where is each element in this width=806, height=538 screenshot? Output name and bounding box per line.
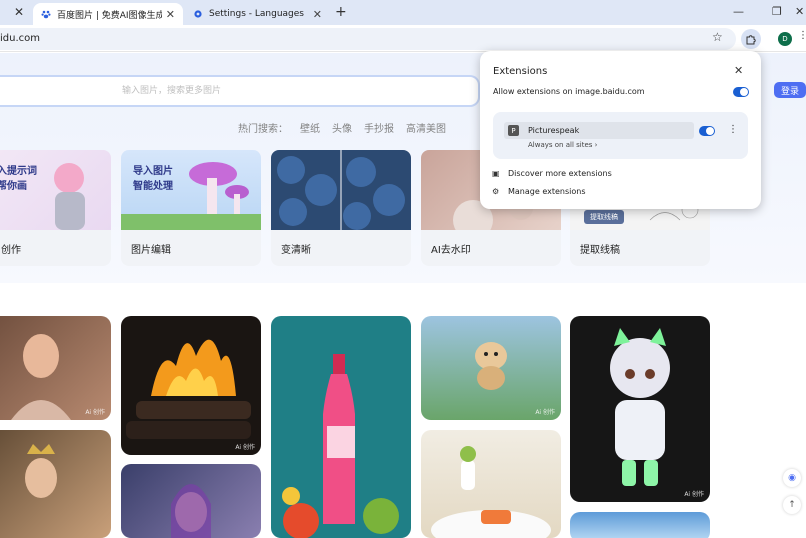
feature-label: AI去水印 xyxy=(431,245,471,256)
web-store-icon: ▣ xyxy=(492,169,500,178)
popup-title: Extensions xyxy=(493,66,548,77)
tab-close-icon[interactable]: ✕ xyxy=(313,8,322,21)
hot-keyword[interactable]: 壁纸 xyxy=(300,120,320,135)
discover-label: Discover more extensions xyxy=(508,169,612,178)
restore-icon[interactable]: ❐ xyxy=(772,5,782,18)
more-menu-icon[interactable]: ⋮ xyxy=(798,30,806,41)
hot-keyword[interactable]: 手抄报 xyxy=(364,120,394,135)
extensions-button[interactable] xyxy=(741,29,761,49)
photo-salmon-dish[interactable] xyxy=(421,430,561,538)
new-tab-icon[interactable]: + xyxy=(335,4,347,20)
hot-keyword[interactable]: 高清美图 xyxy=(406,120,446,135)
login-button[interactable]: 登录 xyxy=(774,82,806,98)
baidu-paw-icon xyxy=(41,9,51,19)
watermark: Ai 创作 xyxy=(535,409,555,416)
close-icon[interactable]: ✕ xyxy=(734,64,743,77)
puzzle-icon xyxy=(746,35,756,45)
ai-assistant-icon[interactable]: ◉ xyxy=(783,469,801,487)
extensions-popup: Extensions ✕ Allow extensions on image.b… xyxy=(480,51,761,209)
hot-search-label: 热门搜索： xyxy=(238,124,288,135)
hot-search: 热门搜索： 壁纸 头像 手抄报 高清美图 xyxy=(238,120,446,135)
discover-extensions-link[interactable]: ▣ Discover more extensions xyxy=(492,169,612,178)
feature-overlay-text: 入提示词 帮你画 xyxy=(0,166,37,192)
url-text: idu.com xyxy=(0,33,40,44)
feature-card-create[interactable]: 入提示词 帮你画 创作 xyxy=(0,150,111,266)
photo-woman-portrait[interactable]: Ai 创作 xyxy=(0,316,111,420)
site-access-label: Always on all sites xyxy=(528,141,593,149)
site-access-button[interactable]: Always on all sites › xyxy=(528,141,597,149)
tab-title: Settings - Languages xyxy=(209,9,304,19)
tab-title: 百度图片 | 免费AI图像生成工具 xyxy=(57,10,162,21)
feature-image xyxy=(271,150,411,230)
watermark: Ai 创作 xyxy=(235,444,255,451)
address-bar[interactable]: idu.com xyxy=(0,28,736,50)
chevron-right-icon: › xyxy=(594,141,598,149)
feature-label: 图片编辑 xyxy=(131,245,171,256)
manage-extensions-link[interactable]: ⚙ Manage extensions xyxy=(492,187,586,196)
gear-icon: ⚙ xyxy=(492,187,500,196)
photo-figurine[interactable]: Ai 创作 xyxy=(570,316,710,502)
close-icon[interactable]: ✕ xyxy=(14,5,24,19)
extension-toggle[interactable] xyxy=(699,126,715,136)
tab-settings[interactable]: Settings - Languages ✕ xyxy=(185,3,330,25)
photo-queen[interactable] xyxy=(0,430,111,538)
feature-overlay-text: 导入图片 智能处理 xyxy=(133,166,173,192)
photo-purple-hair-girl[interactable] xyxy=(121,464,261,538)
back-to-top-icon[interactable]: ↑ xyxy=(783,496,801,514)
watermark: Ai 创作 xyxy=(85,409,105,416)
feature-label: 提取线稿 xyxy=(580,245,620,256)
feature-card-edit[interactable]: 导入图片 智能处理 图片编辑 xyxy=(121,150,261,266)
more-options-icon[interactable]: ⋮ xyxy=(728,124,738,135)
search-input[interactable]: 输入图片，搜索更多图片 xyxy=(0,75,480,107)
extension-logo: P xyxy=(508,125,519,136)
toolbar: idu.com xyxy=(0,25,806,52)
extension-name: Picturespeak xyxy=(528,126,580,135)
tab-close-icon[interactable]: ✕ xyxy=(166,8,175,21)
feature-label: 创作 xyxy=(1,245,21,256)
photo-campfire[interactable]: Ai 创作 xyxy=(121,316,261,455)
window-close-icon[interactable]: ✕ xyxy=(795,5,804,18)
photo-sky[interactable] xyxy=(570,512,710,538)
allow-extensions-toggle[interactable] xyxy=(733,87,749,97)
minimize-icon[interactable]: — xyxy=(733,5,744,18)
bookmark-star-icon[interactable]: ☆ xyxy=(712,30,723,44)
search-placeholder: 输入图片，搜索更多图片 xyxy=(122,86,222,96)
profile-avatar[interactable]: D xyxy=(778,32,792,46)
hot-keyword[interactable]: 头像 xyxy=(332,120,352,135)
extension-card: P Picturespeak Always on all sites › ⋮ xyxy=(493,112,748,159)
feature-label: 变清晰 xyxy=(281,245,311,256)
manage-label: Manage extensions xyxy=(508,187,586,196)
photo-pink-soda[interactable] xyxy=(271,316,411,538)
feature-card-enhance[interactable]: 变清晰 xyxy=(271,150,411,266)
photo-dog-tennis[interactable]: Ai 创作 xyxy=(421,316,561,420)
line-art-tag: 提取线稿 xyxy=(584,210,624,224)
watermark: Ai 创作 xyxy=(684,491,704,498)
gear-icon xyxy=(193,9,203,19)
allow-extensions-label: Allow extensions on image.baidu.com xyxy=(493,87,645,96)
tab-baidu-images[interactable]: 百度图片 | 免费AI图像生成工具 ✕ xyxy=(33,3,183,25)
